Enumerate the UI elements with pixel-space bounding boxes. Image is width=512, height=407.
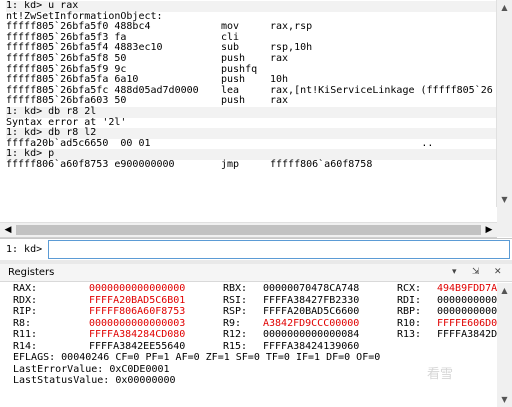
- output-line: fffff806`a60f8753 e900000000 jmp fffff806`…: [6, 158, 496, 171]
- command-horizontal-scrollbar[interactable]: ◀ ▶: [0, 222, 497, 238]
- last-error-text: LastErrorValue: 0xC0DE0001: [13, 363, 170, 375]
- register-list: RAX: 0000000000000000 RBX: 00000070478CA748…: [13, 283, 512, 405]
- register-name: R14:: [13, 340, 38, 352]
- registers-window: Registers ▾ ⇲ ✕ RAX: 0000000000000000 RBX:…: [0, 264, 512, 407]
- register-row: R14: FFFFA3842EE55640 R15: FFFFA38424139060: [13, 341, 493, 353]
- scroll-down-arrow-icon[interactable]: ▼: [497, 392, 512, 407]
- command-output: 1: kd> u rax nt!ZwSetInformationObject: ff…: [6, 1, 496, 207]
- register-name: RIP:: [13, 306, 38, 317]
- register-value[interactable]: 00000070478CA748: [263, 283, 359, 295]
- horizontal-scroll-thumb[interactable]: [16, 225, 481, 235]
- output-line: ffffa20b`ad5c6650 00 01 ..: [6, 137, 496, 150]
- register-value[interactable]: FFFFA384284CD080: [89, 329, 185, 341]
- register-value[interactable]: FFFFA38424139060: [263, 341, 359, 353]
- output-line: fffff805`26bfa5f8 50 push rax: [6, 52, 496, 65]
- scroll-right-arrow-icon[interactable]: ▶: [483, 223, 495, 237]
- register-value[interactable]: 0000000000000000: [89, 283, 185, 295]
- command-input[interactable]: [48, 240, 510, 259]
- registers-vertical-scrollbar[interactable]: ▲ ▼: [497, 283, 512, 407]
- register-name: RSI:: [223, 294, 248, 306]
- register-name: RBP:: [397, 306, 422, 317]
- register-name: R10:: [397, 317, 422, 329]
- asm-operands: rax,rsp: [270, 21, 313, 33]
- register-name: R9:: [223, 317, 242, 329]
- register-name: RBX:: [223, 283, 248, 294]
- command-prompt-line: 1: kd> db r8 2l: [6, 105, 496, 118]
- register-last-error: LastErrorValue: 0xC0DE0001: [13, 364, 493, 376]
- register-value[interactable]: 0000000000000084: [263, 329, 359, 341]
- asm-mnemonic: push: [221, 95, 246, 107]
- asm-operands: rax,[nt!KiServiceLinkage (fffff805`26: [270, 84, 493, 96]
- registers-title-bar: Registers ▾ ⇲ ✕: [0, 264, 512, 282]
- pin-icon[interactable]: ⇲: [472, 264, 480, 281]
- registers-title: Registers: [8, 267, 55, 278]
- register-row: R8: 0000000000000003 R9: A3842FD9CCC00000 R1…: [13, 317, 512, 330]
- register-value[interactable]: FFFFF806A60F8753: [89, 306, 185, 318]
- asm-operands: fffff806`a60f8758: [270, 158, 373, 170]
- asm-mnemonic: jmp: [221, 158, 240, 170]
- register-name: R13:: [397, 329, 422, 340]
- asm-operands: rax: [270, 52, 289, 64]
- register-name: R12:: [223, 329, 248, 340]
- register-row: RDX: FFFFA20BAD5C6B01 RSI: FFFFA38427FB2330…: [13, 294, 512, 307]
- command-vertical-scrollbar[interactable]: ▲ ▼: [496, 0, 512, 207]
- register-name: R11:: [13, 329, 38, 340]
- chevron-down-icon[interactable]: ▾: [452, 264, 457, 281]
- register-name: RAX:: [13, 283, 38, 294]
- last-status-text: LastStatusValue: 0x00000000: [13, 375, 176, 386]
- register-value[interactable]: FFFFA38427FB2330: [263, 295, 359, 307]
- line-text: 1: kd> db r8 2l: [6, 105, 97, 117]
- asm-mnemonic: push: [221, 52, 246, 64]
- close-icon[interactable]: ✕: [494, 264, 502, 281]
- command-input-bar: 1: kd>: [0, 238, 512, 261]
- register-value[interactable]: FFFFA20BAD5C6B01: [89, 295, 185, 307]
- asm-operands: rax: [270, 95, 289, 107]
- prompt-label: 1: kd>: [6, 244, 43, 255]
- watermark-logo: 看雪: [427, 367, 454, 382]
- register-name: RDI:: [397, 294, 422, 306]
- register-value[interactable]: A3842FD9CCC00000: [263, 318, 359, 330]
- register-row: R11: FFFFA384284CD080 R12: 0000000000000084…: [13, 329, 512, 341]
- eflags-text: EFLAGS: 00040246 CF=0 PF=1 AF=0 ZF=1 SF=…: [13, 352, 381, 363]
- scroll-up-arrow-icon[interactable]: ▲: [497, 0, 512, 15]
- register-name: R15:: [223, 340, 248, 352]
- register-value[interactable]: FFFFA20BAD5C6600: [263, 306, 359, 318]
- scroll-left-arrow-icon[interactable]: ◀: [2, 223, 14, 237]
- asm-address: fffff805`26bfa5f8 50: [6, 52, 127, 64]
- register-name: R8:: [13, 317, 32, 329]
- asm-address: fffff806`a60f8753 e900000000: [6, 158, 175, 170]
- register-name: RDX:: [13, 294, 38, 306]
- command-window: 1: kd> u rax nt!ZwSetInformationObject: ff…: [0, 0, 512, 223]
- scroll-down-arrow-icon[interactable]: ▼: [497, 192, 512, 207]
- register-row: RIP: FFFFF806A60F8753 RSP: FFFFA20BAD5C6600…: [13, 306, 512, 318]
- register-value[interactable]: FFFFA3842EE55640: [89, 341, 185, 353]
- line-text: ffffa20b`ad5c6650 00 01 ..: [6, 137, 434, 149]
- register-eflags: EFLAGS: 00040246 CF=0 PF=1 AF=0 ZF=1 SF=…: [13, 352, 493, 364]
- register-name: RSP:: [223, 306, 248, 317]
- register-row: RAX: 0000000000000000 RBX: 00000070478CA748…: [13, 283, 512, 295]
- command-prompt-line: 1: kd> u rax: [6, 1, 496, 12]
- register-value[interactable]: 0000000000000003: [89, 318, 185, 330]
- register-last-status: LastStatusValue: 0x00000000: [13, 375, 493, 387]
- line-text: 1: kd> u rax: [6, 1, 79, 11]
- scrollbar-corner: [497, 207, 512, 237]
- register-name: RCX:: [397, 283, 422, 294]
- scroll-up-arrow-icon[interactable]: ▲: [497, 283, 512, 298]
